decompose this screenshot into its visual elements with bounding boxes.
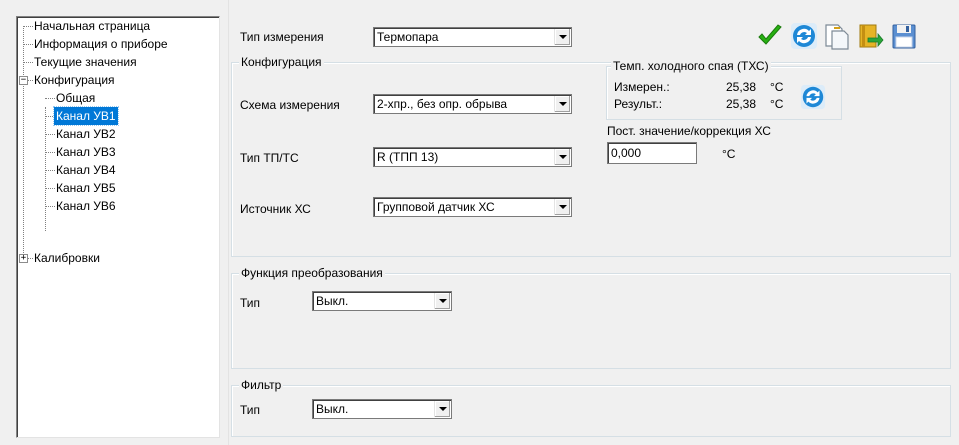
tp-type-value: R (ТПП 13) [377,150,439,164]
scheme-label: Схема измерения [240,98,340,112]
function-type-label: Тип [240,296,261,310]
tree-item-label: Канал УВ1 [53,106,119,126]
cold-junction-title: Темп. холодного спая (ТХС) [611,59,771,73]
tree-item-label: Канал УВ2 [56,127,116,141]
scheme-value: 2-хпр., без опр. обрыва [377,97,508,111]
tree-item-label: Конфигурация [34,73,115,87]
panel-divider [228,0,229,445]
scheme-select[interactable]: 2-хпр., без опр. обрыва [373,94,572,114]
tree-item-current-values[interactable]: Текущие значения [17,53,217,71]
chevron-down-icon[interactable] [434,293,450,309]
cj-measured-value: 25,38 [726,80,757,94]
configuration-group-title: Конфигурация [239,55,324,69]
tree-item-label: Начальная страница [34,19,151,33]
filter-type-value: Выкл. [316,402,349,416]
expand-icon[interactable]: + [19,254,28,263]
tree-item-label: Общая [56,91,96,105]
cj-result-label: Результ.: [614,97,663,111]
function-type-value: Выкл. [316,294,349,308]
tree-item-configuration[interactable]: − Конфигурация [17,71,217,89]
function-type-select[interactable]: Выкл. [312,291,452,311]
chevron-down-icon[interactable] [554,29,570,45]
const-correction-label: Пост. значение/коррекция ХС [607,124,771,138]
tree-item-device-info[interactable]: Информация о приборе [17,35,217,53]
tree-item-channel-uv2[interactable]: Канал УВ2 [17,125,217,143]
measurement-type-value: Термопара [377,30,439,44]
conversion-function-title: Функция преобразования [239,266,385,280]
tree-item-channel-uv3[interactable]: Канал УВ3 [17,143,217,161]
export-book-icon[interactable] [856,22,884,50]
navigation-tree[interactable]: Начальная страница Информация о приборе … [16,16,220,438]
tree-item-label: Канал УВ5 [56,181,116,195]
tree-item-label: Канал УВ3 [56,145,116,159]
chevron-down-icon[interactable] [554,199,570,215]
filter-type-select[interactable]: Выкл. [312,399,452,419]
save-floppy-icon[interactable] [890,22,918,50]
chevron-down-icon[interactable] [554,96,570,112]
cj-result-unit: °С [770,97,784,111]
copy-document-icon[interactable] [822,22,850,50]
cj-measured-label: Измерен.: [614,80,670,94]
tree-item-label: Калибровки [34,251,100,265]
tree-item-channel-uv6[interactable]: Канал УВ6 [17,197,217,215]
tree-item-channel-uv5[interactable]: Канал УВ5 [17,179,217,197]
tree-item-channel-uv1[interactable]: Канал УВ1 [17,106,217,126]
cj-source-label: Источник ХС [240,202,311,216]
chevron-down-icon[interactable] [554,149,570,165]
tp-type-select[interactable]: R (ТПП 13) [373,147,572,167]
conversion-function-group [231,273,951,369]
cj-result-value: 25,38 [726,97,757,111]
cj-source-select[interactable]: Групповой датчик ХС [373,197,572,217]
refresh-icon[interactable] [790,22,818,50]
tree-item-label: Канал УВ4 [56,163,116,177]
measurement-type-select[interactable]: Термопара [373,27,572,47]
tree-item-channel-uv4[interactable]: Канал УВ4 [17,161,217,179]
tree-item-home[interactable]: Начальная страница [17,17,217,35]
filter-title: Фильтр [239,378,284,392]
tree-item-calibrations[interactable]: + Калибровки [17,249,217,267]
tree-item-label: Канал УВ6 [56,199,116,213]
tp-type-label: Тип ТП/ТС [240,151,299,165]
tree-item-label: Текущие значения [34,55,137,69]
refresh-icon[interactable] [800,84,826,110]
checkmark-icon[interactable] [756,22,784,50]
measurement-type-label: Тип измерения [240,30,324,44]
configuration-group [231,62,951,257]
collapse-icon[interactable]: − [19,76,28,85]
chevron-down-icon[interactable] [434,401,450,417]
tree-item-general[interactable]: Общая [17,89,217,107]
const-correction-input[interactable]: 0,000 [607,142,697,164]
tree-item-label: Информация о приборе [34,37,168,51]
filter-type-label: Тип [240,403,261,417]
cj-measured-unit: °С [770,80,784,94]
cj-source-value: Групповой датчик ХС [377,200,495,214]
const-correction-unit: °С [722,147,736,161]
